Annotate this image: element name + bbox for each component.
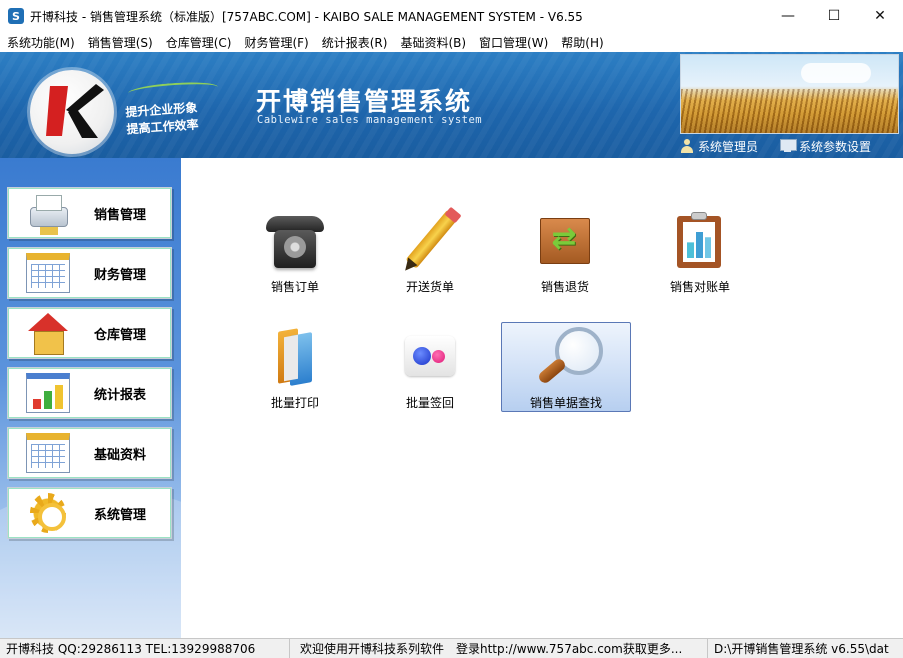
app-icon[interactable]: S: [8, 8, 24, 24]
close-button[interactable]: ✕: [857, 0, 903, 32]
dots-icon: [397, 324, 463, 388]
tile-label: 批量签回: [405, 396, 454, 410]
sidebar-item-label: 仓库管理: [94, 327, 147, 343]
tile-sales-statement[interactable]: 销售对账单: [635, 208, 765, 298]
logo-k-icon: [46, 84, 104, 138]
sidebar-item-system[interactable]: 系统管理: [7, 487, 172, 539]
system-title: 开博销售管理系统: [256, 87, 473, 116]
cloud-shape: [801, 63, 871, 83]
header-links: 系统管理员 系统参数设置: [680, 136, 893, 156]
slogan: 提升企业形象 提高工作效率: [125, 80, 219, 139]
tile-label: 销售对账单: [669, 280, 730, 294]
tile-label: 开送货单: [405, 280, 454, 294]
menu-system[interactable]: 系统功能(M): [0, 34, 81, 51]
sidebar-item-sales[interactable]: 销售管理: [7, 187, 172, 239]
return-box-icon: [532, 208, 598, 272]
window-title: 开博科技 - 销售管理系统（标准版）[757ABC.COM] - KAIBO S…: [30, 9, 583, 24]
sidebar-item-finance[interactable]: 财务管理: [7, 247, 172, 299]
books-icon: [262, 324, 328, 388]
maximize-button[interactable]: ☐: [811, 0, 857, 32]
calendar-icon: [26, 253, 70, 293]
sidebar: 销售管理 财务管理 仓库管理 统计报表 基础资料 系统管理: [0, 158, 181, 638]
house-icon: [26, 313, 70, 355]
window-controls: — ☐ ✕: [765, 0, 903, 32]
system-settings-link[interactable]: 系统参数设置: [780, 138, 871, 155]
sidebar-item-label: 统计报表: [94, 387, 147, 403]
clipboard-chart-icon: [667, 208, 733, 272]
menu-warehouse[interactable]: 仓库管理(C): [159, 34, 238, 51]
menu-reports[interactable]: 统计报表(R): [315, 34, 394, 51]
tile-sales-order[interactable]: 销售订单: [230, 208, 360, 298]
sidebar-item-basic-data[interactable]: 基础资料: [7, 427, 172, 479]
calendar-icon: [26, 433, 70, 473]
status-message: 欢迎使用开博科技系列软件 登录http://www.757abc.com获取更多…: [290, 638, 708, 658]
sidebar-item-label: 财务管理: [94, 267, 147, 283]
tile-label: 销售单据查找: [529, 396, 602, 410]
chart-icon: [26, 373, 70, 413]
header-banner: 提升企业形象 提高工作效率 开博销售管理系统 Cablewire sales m…: [0, 52, 903, 158]
menu-sales[interactable]: 销售管理(S): [81, 34, 159, 51]
wheat-field-image: [680, 54, 899, 134]
user-icon: [680, 139, 694, 153]
system-settings-label: 系统参数设置: [799, 139, 872, 154]
gear-icon: [26, 493, 70, 533]
menu-basic-data[interactable]: 基础资料(B): [393, 34, 472, 51]
status-company: 开博科技 QQ:29286113 TEL:13929988706: [0, 638, 290, 658]
wheat-shape: [681, 89, 898, 133]
magnifier-icon: [533, 325, 603, 388]
tile-label: 销售退货: [540, 280, 589, 294]
sidebar-item-label: 基础资料: [94, 447, 147, 463]
pencil-icon: [397, 206, 463, 272]
system-subtitle: Cablewire sales management system: [257, 114, 483, 126]
sidebar-item-label: 销售管理: [94, 207, 147, 223]
tile-label: 销售订单: [270, 280, 319, 294]
sidebar-item-warehouse[interactable]: 仓库管理: [7, 307, 172, 359]
current-user-label: 系统管理员: [698, 139, 759, 154]
printer-icon: [26, 193, 70, 233]
sidebar-item-label: 系统管理: [94, 507, 147, 523]
menu-bar: 系统功能(M) 销售管理(S) 仓库管理(C) 财务管理(F) 统计报表(R) …: [0, 32, 903, 52]
current-user-link[interactable]: 系统管理员: [680, 138, 758, 155]
menu-window[interactable]: 窗口管理(W): [472, 34, 554, 51]
tile-sales-document-search[interactable]: 销售单据查找: [501, 322, 631, 412]
tile-label: 批量打印: [270, 396, 319, 410]
menu-help[interactable]: 帮助(H): [554, 34, 609, 51]
main-panel: 销售订单 开送货单 销售退货 销售对账单 批量打印 批量签回 销售单据查找: [181, 158, 903, 638]
tile-batch-signback[interactable]: 批量签回: [365, 324, 495, 414]
tile-sales-return[interactable]: 销售退货: [500, 208, 630, 298]
tile-delivery-note[interactable]: 开送货单: [365, 206, 495, 298]
status-bar: 开博科技 QQ:29286113 TEL:13929988706 欢迎使用开博科…: [0, 638, 903, 658]
title-bar: S 开博科技 - 销售管理系统（标准版）[757ABC.COM] - KAIBO…: [0, 0, 903, 32]
monitor-icon: [780, 139, 798, 153]
sidebar-item-reports[interactable]: 统计报表: [7, 367, 172, 419]
minimize-button[interactable]: —: [765, 0, 811, 32]
tile-batch-print[interactable]: 批量打印: [230, 324, 360, 414]
telephone-icon: [262, 208, 328, 272]
status-path: D:\开博销售管理系统 v6.55\dat: [714, 642, 889, 656]
menu-finance[interactable]: 财务管理(F): [237, 34, 314, 51]
